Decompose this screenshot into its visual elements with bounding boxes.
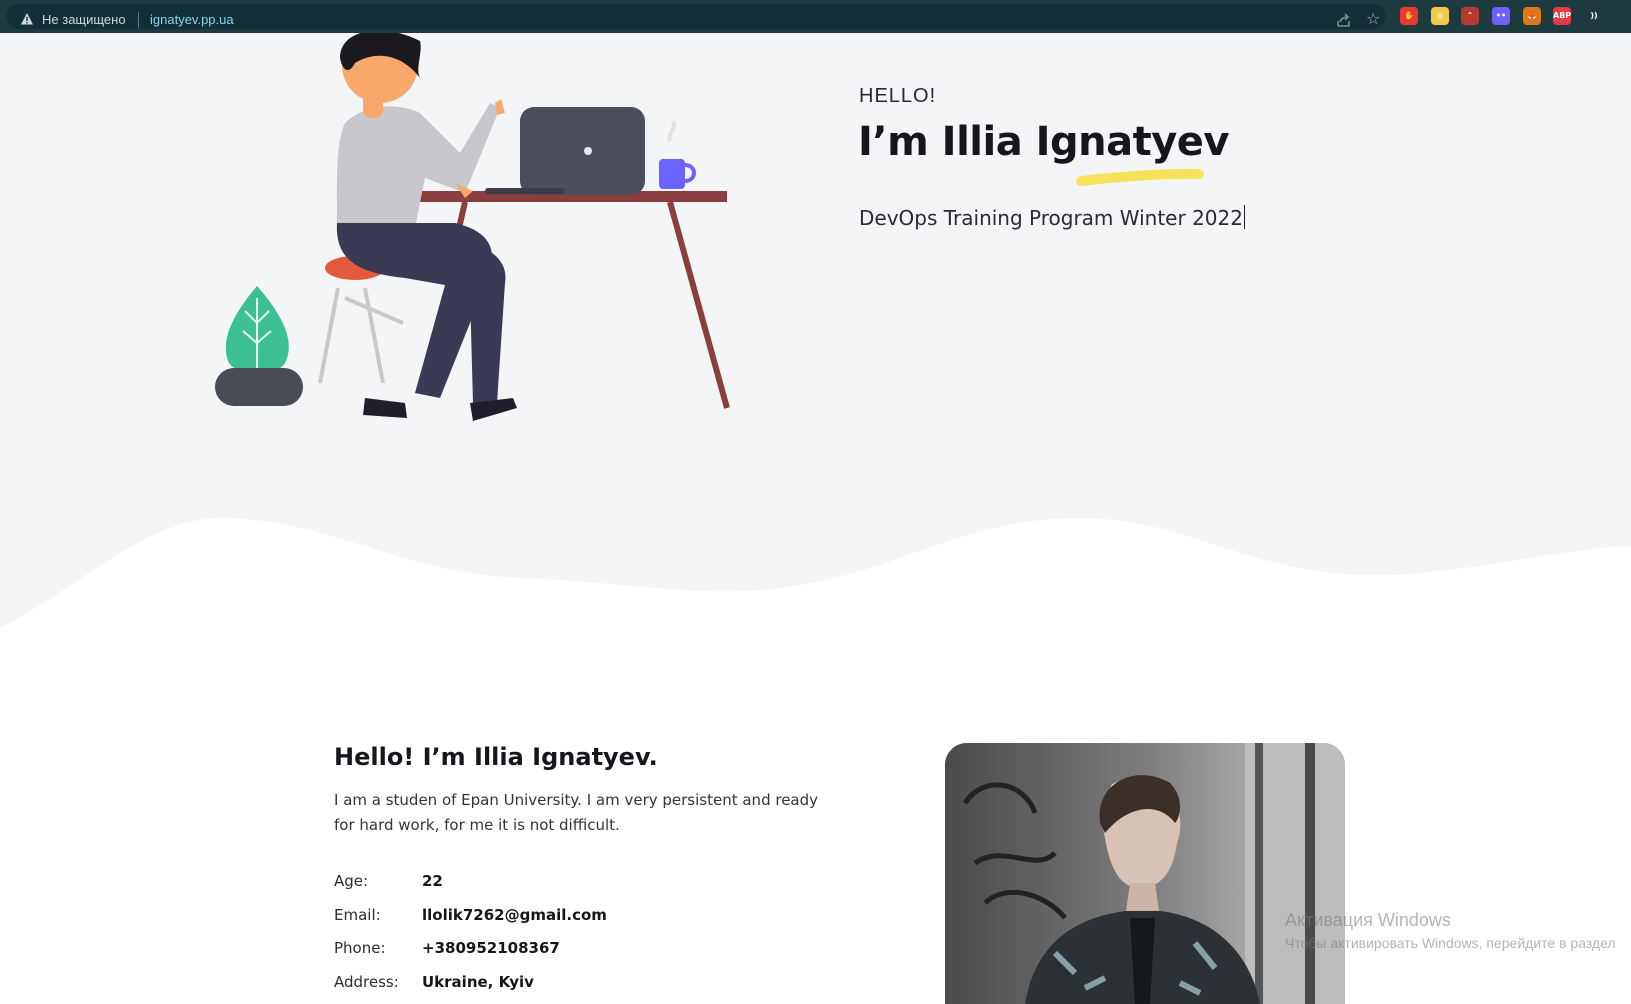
- detail-value: Ukraine, Kyiv: [422, 973, 534, 991]
- plant-icon: [215, 286, 303, 406]
- adblock-extension-icon[interactable]: ABP: [1553, 7, 1571, 25]
- detail-row-address: Address: Ukraine, Kyiv: [334, 973, 834, 1003]
- detail-value-phone[interactable]: +380952108367: [422, 939, 560, 957]
- hero-greeting: HELLO!: [859, 85, 937, 107]
- divider: [138, 12, 139, 28]
- windows-activation-hint: Чтобы активировать Windows, перейдите в …: [1285, 935, 1616, 951]
- security-status[interactable]: Не защищено: [42, 12, 126, 27]
- hero-title: I’m Illia Ignatyev: [858, 119, 1230, 165]
- detail-row-phone: Phone: +380952108367: [334, 939, 834, 969]
- metamask-extension-icon[interactable]: 🦊: [1523, 7, 1541, 25]
- wave-divider: [0, 517, 1631, 653]
- profile-photo: [945, 743, 1345, 1004]
- bookmark-star-icon[interactable]: ☆: [1366, 10, 1380, 28]
- text-caret: [1243, 205, 1245, 229]
- windows-activation-title: Активация Windows: [1285, 910, 1451, 930]
- detail-label: Age:: [334, 872, 369, 890]
- mug-icon: [659, 120, 696, 189]
- laptop-icon: [485, 107, 645, 195]
- hand-extension-icon[interactable]: ✋: [1400, 7, 1418, 25]
- warning-icon: [21, 13, 33, 25]
- browser-toolbar: Не защищено ignatyev.pp.ua ☆ ✋ ◎ ⌃ •• 🦊 ABP)): [0, 0, 1631, 33]
- url-text[interactable]: ignatyev.pp.ua: [150, 12, 234, 27]
- detail-value: 22: [422, 872, 443, 890]
- about-description: I am a studen of Epan University. I am v…: [334, 791, 819, 834]
- wifi-extension-icon[interactable]: )): [1585, 7, 1603, 25]
- detail-label: Email:: [334, 906, 381, 924]
- developer-desk-illustration: [215, 33, 730, 421]
- hero-section: HELLO! I’m Illia Ignatyev DevOps Trainin…: [0, 33, 1631, 653]
- address-bar[interactable]: Не защищено ignatyev.pp.ua ☆: [6, 4, 1386, 29]
- chat-extension-icon[interactable]: ••: [1492, 7, 1510, 25]
- hero-subtitle: DevOps Training Program Winter 2022: [859, 205, 1245, 230]
- about-title: Hello! I’m Illia Ignatyev.: [334, 743, 658, 771]
- detail-row-email: Email: llolik7262@gmail.com: [334, 906, 834, 936]
- coin-extension-icon[interactable]: ◎: [1431, 7, 1449, 25]
- detail-row-age: Age: 22: [334, 872, 834, 902]
- hero-subtitle-text: DevOps Training Program Winter 2022: [859, 206, 1243, 230]
- share-icon[interactable]: [1336, 12, 1352, 28]
- detail-label: Phone:: [334, 939, 386, 957]
- vpn-extension-icon[interactable]: ⌃: [1461, 7, 1479, 25]
- detail-value-email[interactable]: llolik7262@gmail.com: [422, 906, 607, 924]
- highlight-underline-icon: [1076, 168, 1204, 186]
- detail-label: Address:: [334, 973, 399, 991]
- person-icon: [336, 33, 517, 421]
